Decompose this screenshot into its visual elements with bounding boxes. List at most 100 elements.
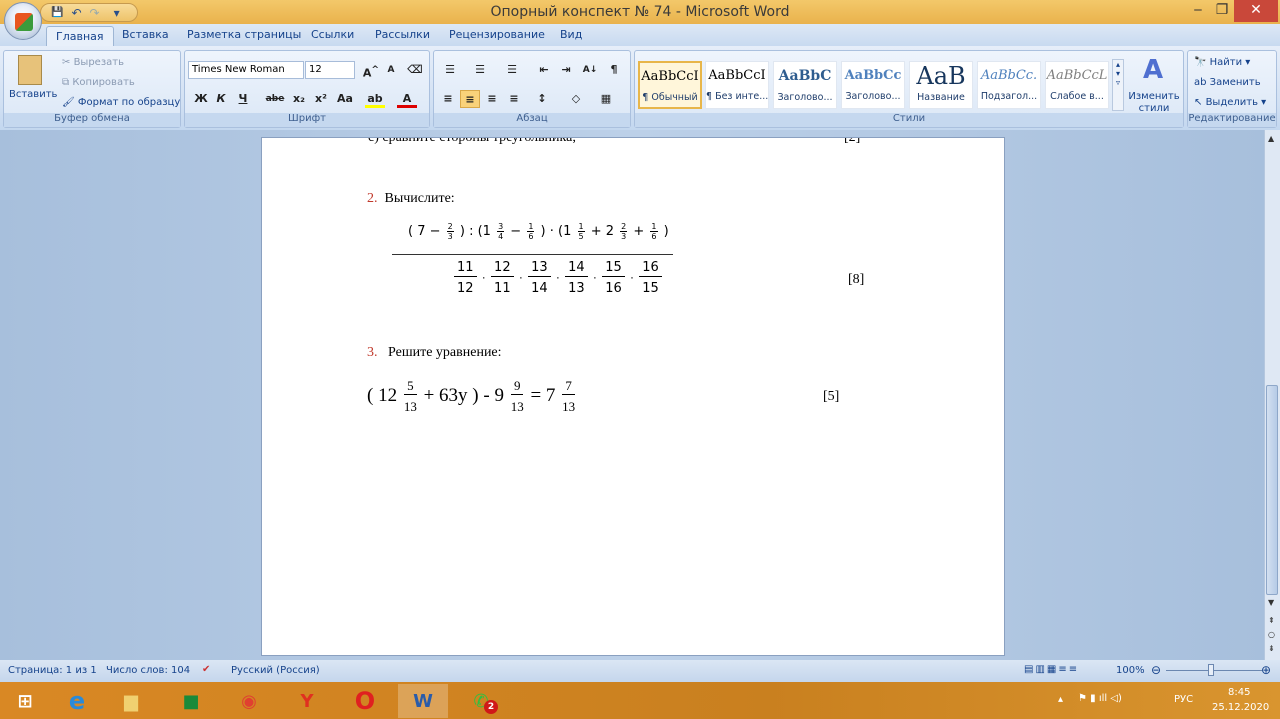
font-size-combo[interactable]: 12 [305, 61, 355, 79]
style-subtle-emphasis[interactable]: AaBbCcL Слабое в... [1045, 61, 1109, 109]
sort-button[interactable]: A↓ [580, 61, 600, 79]
replace-label: Заменить [1209, 77, 1261, 88]
file-explorer-icon[interactable]: ▆ [106, 684, 156, 718]
denominator: 16 [605, 281, 622, 296]
increase-indent-button[interactable]: ⇥ [556, 61, 576, 79]
input-language[interactable]: РУС [1174, 694, 1193, 705]
justify-button[interactable]: ≡ [504, 90, 524, 108]
tab-mailings[interactable]: Рассылки [375, 28, 430, 41]
restore-button[interactable]: ❐ [1208, 0, 1236, 22]
office-button[interactable] [4, 2, 42, 40]
style-no-spacing[interactable]: AaBbCcI ¶ Без инте... [705, 61, 769, 109]
select-browse-object-icon[interactable]: ○ [1268, 630, 1275, 639]
redo-icon[interactable]: ↷ [90, 6, 100, 20]
line-spacing-button[interactable]: ↕ [532, 90, 552, 108]
paragraph-group: ☰ ☰ ☰ ⇤ ⇥ A↓ ¶ ≡ ≡ ≡ ≡ ↕ ◇ ▦ Абзац [433, 50, 631, 128]
style-title[interactable]: AaB Название [909, 61, 973, 109]
document-page[interactable]: с) сравните стороны треугольника; [2] 2.… [261, 137, 1005, 656]
copy-button[interactable]: ⧉ Копировать [62, 77, 135, 88]
style-heading-1[interactable]: AaBbC Заголово... [773, 61, 837, 109]
show-marks-button[interactable]: ¶ [604, 61, 624, 79]
internet-explorer-icon[interactable]: e [52, 684, 102, 718]
superscript-button[interactable]: x² [311, 90, 331, 108]
yandex-browser-icon[interactable]: Y [282, 684, 332, 718]
copy-label: Копировать [72, 77, 135, 88]
borders-button[interactable]: ▦ [596, 90, 616, 108]
zoom-level[interactable]: 100% [1116, 665, 1145, 676]
opera-icon[interactable]: O [340, 684, 390, 718]
numbering-button[interactable]: ☰ [470, 61, 490, 79]
multiply-dot: · [589, 271, 601, 285]
cut-button[interactable]: ✂ Вырезать [62, 57, 124, 68]
grow-font-icon[interactable]: A^ [361, 61, 381, 80]
replace-button[interactable]: ab Заменить [1194, 77, 1261, 88]
format-painter-button[interactable]: 🖌 Формат по образцу [62, 97, 180, 108]
chrome-icon[interactable]: ◉ [224, 684, 274, 718]
subscript-button[interactable]: x₂ [289, 90, 309, 108]
select-button[interactable]: ↖ Выделить ▾ [1194, 97, 1266, 108]
shrink-font-icon[interactable]: A [381, 61, 401, 79]
page-count[interactable]: Страница: 1 из 1 [8, 665, 97, 676]
store-icon[interactable]: ■ [166, 684, 216, 718]
style-normal[interactable]: AaBbCcI ¶ Обычный [638, 61, 702, 109]
close-button[interactable]: ✕ [1234, 0, 1278, 22]
decrease-indent-button[interactable]: ⇤ [534, 61, 554, 79]
bullets-button[interactable]: ☰ [440, 61, 460, 79]
word-taskbar-icon[interactable]: W [398, 684, 448, 718]
zoom-slider-thumb[interactable] [1208, 664, 1214, 676]
styles-scroll[interactable]: ▴ ▾ ▿ [1112, 59, 1124, 111]
tab-insert[interactable]: Вставка [122, 28, 169, 41]
zoom-out-icon[interactable]: ⊖ [1151, 663, 1161, 677]
next-page-icon[interactable]: ⇟ [1268, 644, 1275, 653]
multilevel-list-button[interactable]: ☰ [502, 61, 522, 79]
zoom-slider[interactable] [1166, 670, 1262, 671]
fraction: 5 13 [404, 378, 417, 415]
bold-button[interactable]: Ж [191, 90, 211, 108]
word-count[interactable]: Число слов: 104 [106, 665, 190, 676]
tab-view[interactable]: Вид [560, 28, 582, 41]
strikethrough-button[interactable]: abe [265, 90, 285, 108]
scrollbar-thumb[interactable] [1266, 385, 1278, 595]
scroll-down-icon[interactable]: ▼ [1268, 598, 1274, 607]
tab-review[interactable]: Рецензирование [449, 28, 545, 41]
math-text: − [506, 224, 526, 239]
font-name-combo[interactable]: Times New Roman [188, 61, 304, 79]
zoom-in-icon[interactable]: ⊕ [1261, 663, 1271, 677]
whatsapp-icon[interactable]: ✆ 2 [456, 684, 506, 718]
font-color-button[interactable]: A [397, 90, 417, 108]
scroll-up-icon[interactable]: ▲ [1268, 134, 1274, 143]
view-buttons[interactable]: ▤▥▦≡≡ [1024, 664, 1079, 675]
start-button[interactable]: ⊞ [0, 684, 50, 718]
find-button[interactable]: 🔭 Найти ▾ [1194, 57, 1250, 68]
tab-home[interactable]: Главная [46, 26, 114, 46]
tab-page-layout[interactable]: Разметка страницы [187, 28, 301, 41]
align-right-button[interactable]: ≡ [482, 90, 502, 108]
shading-button[interactable]: ◇ [566, 90, 586, 108]
style-sample: AaBbCcI [708, 68, 766, 83]
clock-date[interactable]: 25.12.2020 [1212, 702, 1269, 713]
clock-time[interactable]: 8:45 [1228, 687, 1250, 698]
change-styles-button[interactable]: Изменить стили [1127, 91, 1181, 115]
style-heading-2[interactable]: AaBbCc Заголово... [841, 61, 905, 109]
clear-formatting-icon[interactable]: ⌫ [405, 61, 425, 79]
tray-network-icons[interactable]: ⚑ ▮ ıll ◁) [1078, 693, 1122, 704]
language-indicator[interactable]: Русский (Россия) [231, 665, 320, 676]
tab-references[interactable]: Ссылки [311, 28, 354, 41]
task-2-denominator: 11 12 · 12 11 · 13 14 · 14 13 · 15 16 · 16 15 [452, 260, 664, 297]
undo-icon[interactable]: ↶ [71, 6, 81, 20]
align-center-button[interactable]: ≡ [460, 90, 480, 108]
align-left-button[interactable]: ≡ [438, 90, 458, 108]
multiply-dot: · [515, 271, 527, 285]
style-subtitle[interactable]: AaBbCc. Подзагол... [977, 61, 1041, 109]
tray-tray-expander-icon[interactable]: ▴ [1058, 694, 1063, 705]
highlight-button[interactable]: ab [365, 90, 385, 108]
previous-page-icon[interactable]: ⇞ [1268, 616, 1275, 625]
change-case-button[interactable]: Aa [335, 90, 355, 108]
save-icon[interactable]: 💾 [51, 7, 63, 18]
style-name: Заголово... [845, 91, 901, 102]
italic-button[interactable]: К [211, 90, 231, 108]
customize-qat-icon[interactable]: ▾ [114, 6, 120, 20]
spelling-check-icon[interactable]: ✔ [202, 664, 210, 675]
paste-button[interactable]: Вставить [9, 89, 57, 100]
underline-button[interactable]: Ч [233, 90, 253, 108]
